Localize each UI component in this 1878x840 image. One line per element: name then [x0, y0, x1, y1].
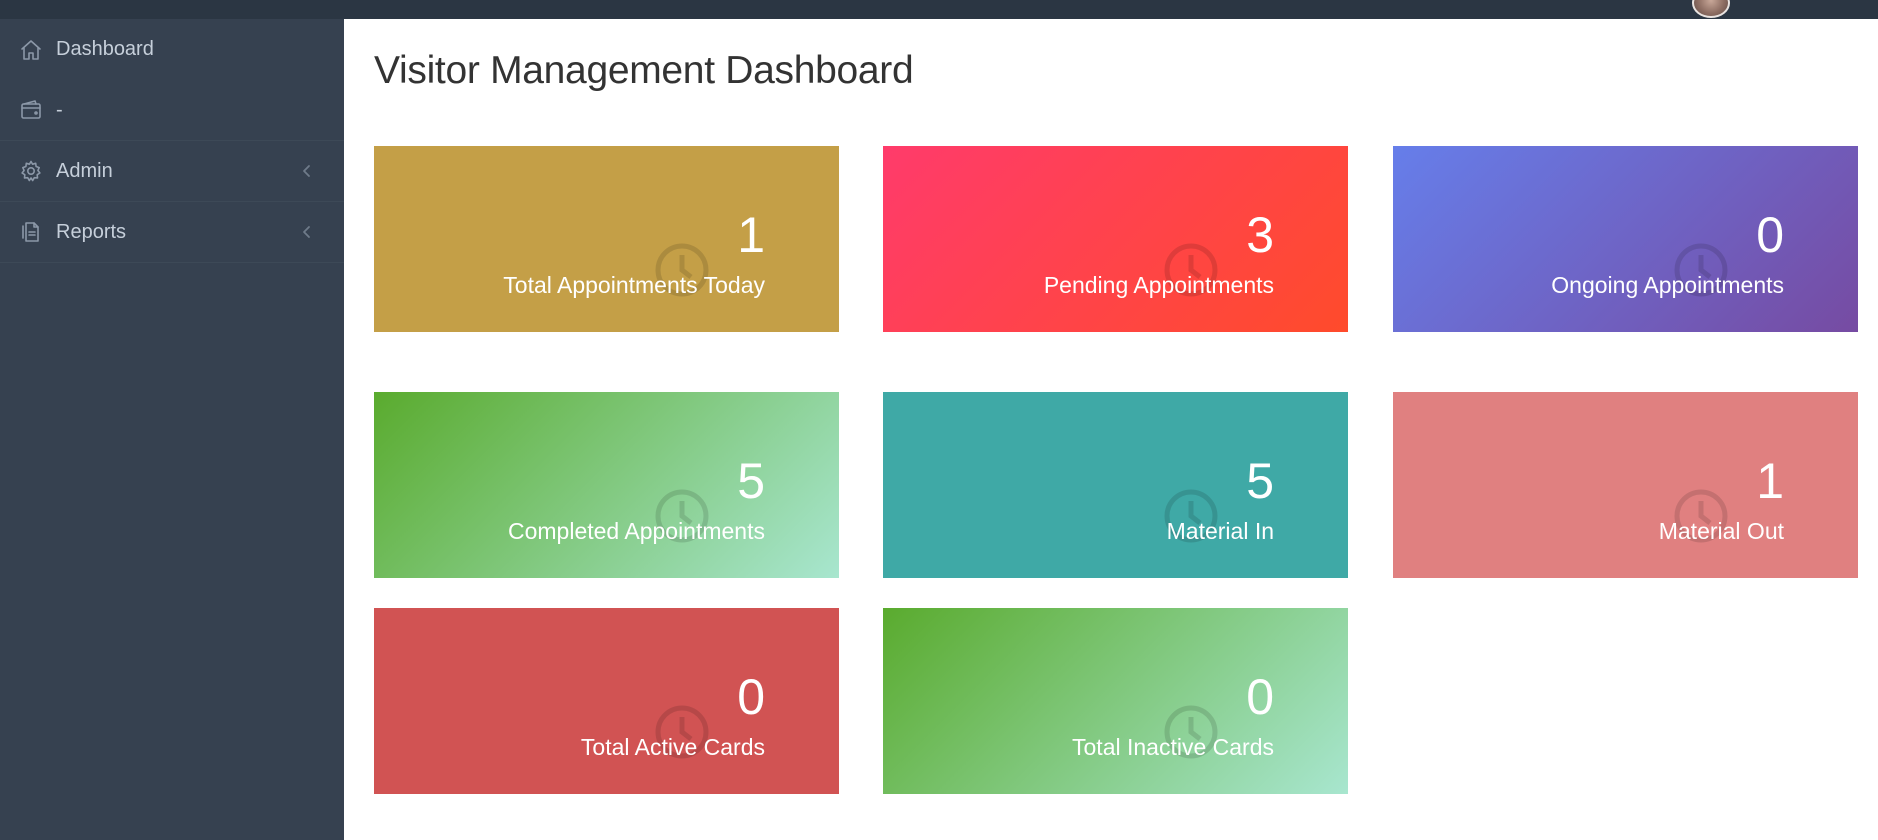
sidebar-item-label: Reports [56, 220, 127, 243]
stat-tile-total-active-cards[interactable]: 0 Total Active Cards [374, 608, 839, 794]
stat-label: Total Appointments Today [503, 272, 765, 298]
stat-value: 5 [737, 453, 765, 509]
stat-label: Material Out [1658, 518, 1784, 544]
sidebar-item-wallet[interactable]: - [0, 80, 344, 141]
stat-value: 5 [1246, 453, 1274, 509]
stat-label: Total Active Cards [580, 734, 765, 760]
stat-tile-material-out[interactable]: 1 Material Out [1393, 392, 1858, 578]
sidebar-item-reports[interactable]: Reports [0, 202, 344, 263]
stat-label: Material In [1166, 518, 1274, 544]
home-icon [18, 37, 44, 63]
stat-value: 1 [737, 207, 765, 263]
gear-icon [18, 158, 44, 184]
stat-label: Pending Appointments [1043, 272, 1274, 298]
stat-tile-ongoing-appointments[interactable]: 0 Ongoing Appointments [1393, 146, 1858, 332]
stat-label: Total Inactive Cards [1072, 734, 1274, 760]
stat-value: 1 [1756, 453, 1784, 509]
stat-tile-pending-appointments[interactable]: 3 Pending Appointments [883, 146, 1348, 332]
document-icon [18, 219, 44, 245]
wallet-icon [18, 97, 44, 123]
top-header-bar [0, 0, 1878, 19]
sidebar-item-dashboard[interactable]: Dashboard [0, 19, 344, 80]
chevron-left-icon [300, 164, 314, 178]
sidebar-item-label: Dashboard [56, 38, 154, 60]
stat-label: Completed Appointments [508, 518, 765, 544]
stat-tile-total-appointments-today[interactable]: 1 Total Appointments Today [374, 146, 839, 332]
sidebar-item-label: Admin [56, 159, 113, 182]
stat-tile-total-inactive-cards[interactable]: 0 Total Inactive Cards [883, 608, 1348, 794]
stat-value: 0 [737, 669, 765, 725]
page-title: Visitor Management Dashboard [374, 49, 914, 92]
stat-value: 0 [1756, 207, 1784, 263]
stat-tile-material-in[interactable]: 5 Material In [883, 392, 1348, 578]
sidebar: Dashboard - Admin Reports [0, 19, 344, 840]
chevron-left-icon [300, 225, 314, 239]
sidebar-item-label: - [56, 98, 63, 121]
stat-tile-completed-appointments[interactable]: 5 Completed Appointments [374, 392, 839, 578]
user-avatar[interactable] [1692, 0, 1730, 18]
stat-label: Ongoing Appointments [1551, 272, 1784, 298]
stat-value: 0 [1246, 669, 1274, 725]
main-content: Visitor Management Dashboard 1 Total App… [344, 19, 1878, 840]
stat-value: 3 [1246, 207, 1274, 263]
sidebar-item-admin[interactable]: Admin [0, 141, 344, 202]
